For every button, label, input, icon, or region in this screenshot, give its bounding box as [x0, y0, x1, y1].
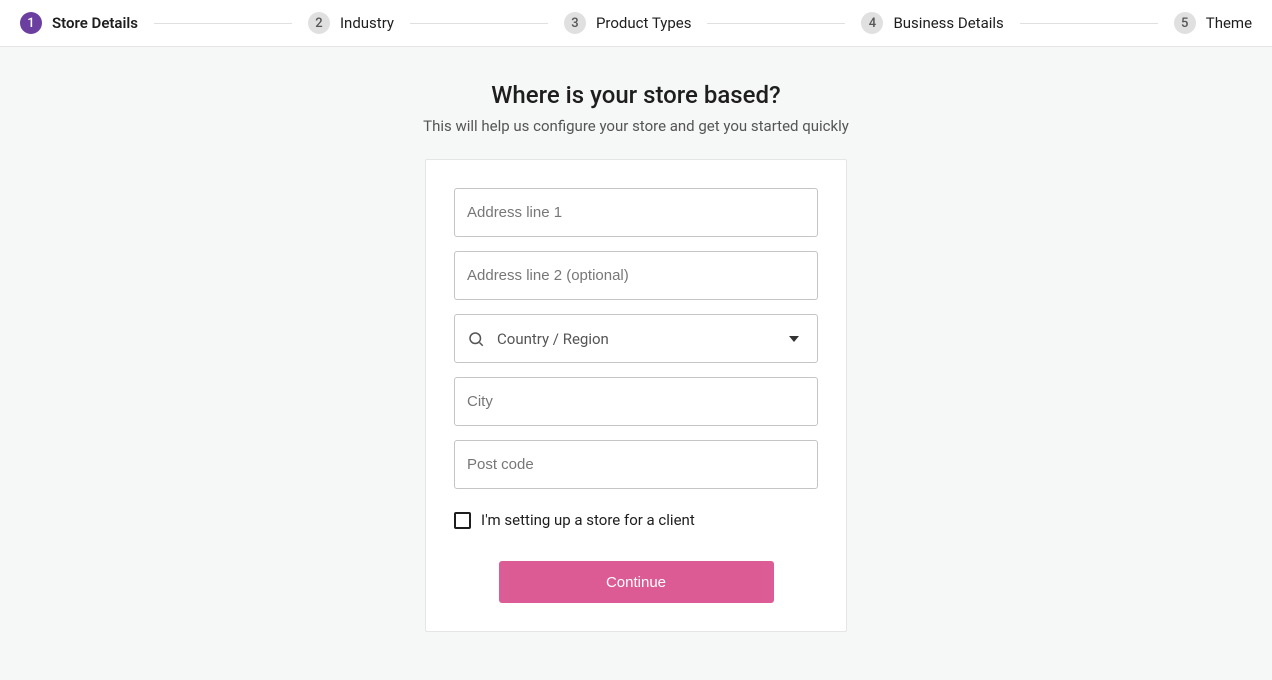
step-divider [707, 23, 845, 24]
client-setup-label: I'm setting up a store for a client [481, 511, 695, 529]
step-number: 4 [861, 12, 883, 34]
step-store-details[interactable]: 1 Store Details [20, 12, 138, 34]
main-content: Where is your store based? This will hel… [0, 47, 1272, 632]
address-line-2-input[interactable] [454, 251, 818, 300]
step-label: Theme [1206, 14, 1252, 32]
continue-button[interactable]: Continue [499, 561, 774, 603]
postcode-input[interactable] [454, 440, 818, 489]
search-icon [467, 330, 485, 348]
step-number: 3 [564, 12, 586, 34]
step-label: Business Details [893, 14, 1003, 32]
page-title: Where is your store based? [491, 81, 780, 109]
step-business-details[interactable]: 4 Business Details [861, 12, 1003, 34]
onboarding-stepper: 1 Store Details 2 Industry 3 Product Typ… [0, 0, 1272, 47]
client-setup-checkbox[interactable] [454, 512, 471, 529]
step-divider [1020, 23, 1158, 24]
page-subtitle: This will help us configure your store a… [423, 117, 849, 135]
step-label: Store Details [52, 14, 138, 32]
city-input[interactable] [454, 377, 818, 426]
client-setup-row: I'm setting up a store for a client [454, 511, 818, 529]
country-region-select[interactable]: Country / Region [454, 314, 818, 363]
step-label: Industry [340, 14, 394, 32]
step-industry[interactable]: 2 Industry [308, 12, 394, 34]
address-line-1-input[interactable] [454, 188, 818, 237]
step-label: Product Types [596, 14, 692, 32]
step-divider [410, 23, 548, 24]
step-number: 2 [308, 12, 330, 34]
store-location-form: Country / Region I'm setting up a store … [425, 159, 847, 632]
chevron-down-icon [789, 336, 799, 342]
step-product-types[interactable]: 3 Product Types [564, 12, 692, 34]
country-placeholder: Country / Region [497, 330, 777, 348]
step-theme[interactable]: 5 Theme [1174, 12, 1252, 34]
step-divider [154, 23, 292, 24]
step-number: 5 [1174, 12, 1196, 34]
step-number: 1 [20, 12, 42, 34]
